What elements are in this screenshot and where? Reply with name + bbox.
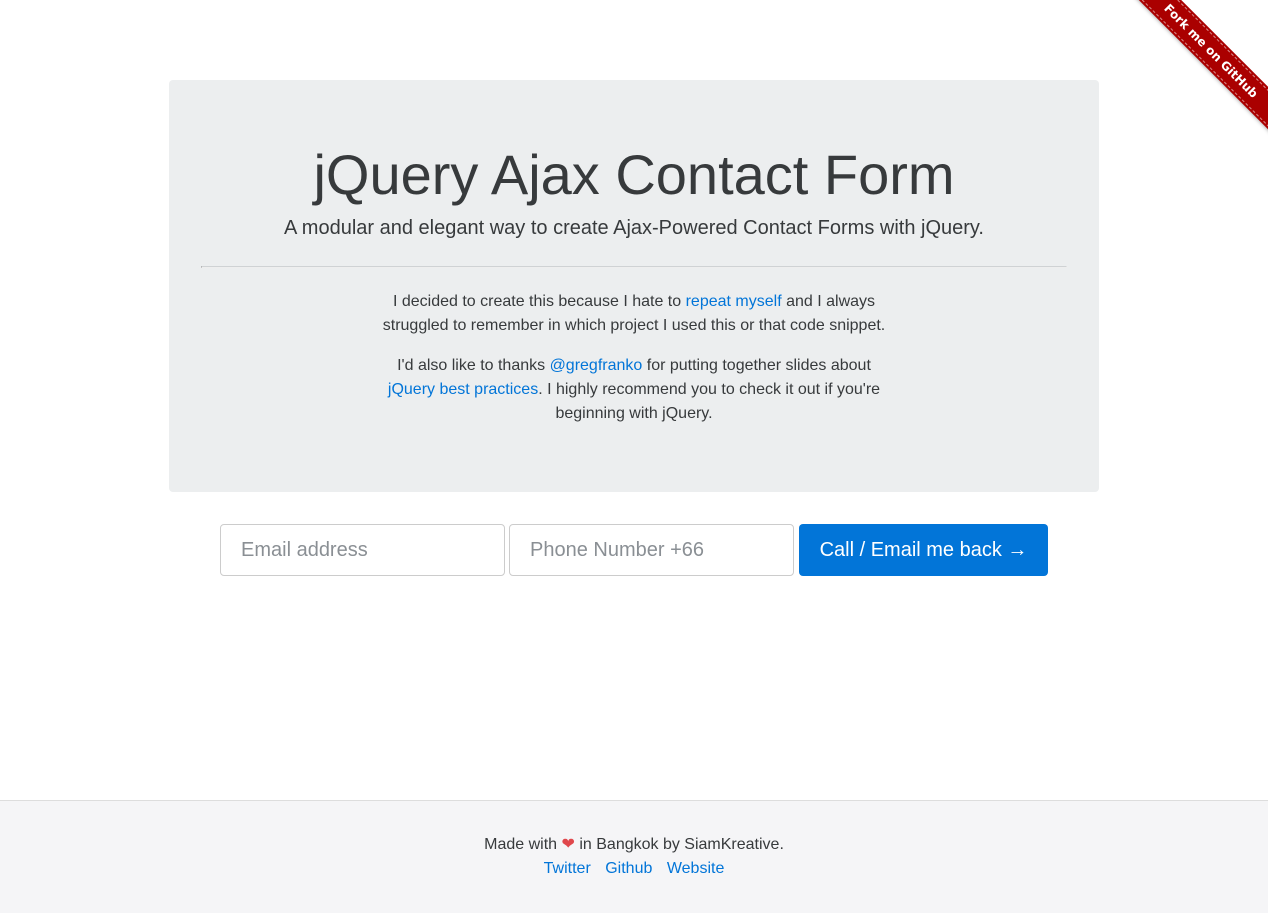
intro-copy: I decided to create this because I hate … [374,290,894,442]
fork-me-ribbon[interactable]: Fork me on GitHub [1127,0,1268,135]
website-link[interactable]: Website [667,860,725,877]
phone-field[interactable] [509,524,794,576]
page-subtitle: A modular and elegant way to create Ajax… [284,217,984,239]
location-text: in Bangkok by SiamKreative. [579,836,784,853]
heart-icon: ❤ [561,836,575,853]
page-title: jQuery Ajax Contact Form [313,143,955,206]
submit-button[interactable]: Call / Email me back → [799,524,1048,576]
github-link[interactable]: Github [605,860,652,877]
twitter-link[interactable]: Twitter [544,860,591,877]
intro-text: for putting together slides about [642,357,871,374]
repeat-myself-link[interactable]: repeat myself [686,293,782,310]
email-field[interactable] [220,524,505,576]
intro-text: . I highly recommend you to check it out… [538,381,881,422]
jquery-best-practices-link[interactable]: jQuery best practices [388,381,538,398]
intro-text: I'd also like to thanks [397,357,550,374]
divider [201,266,1067,268]
footer-credit: Made with ❤ in Bangkok by SiamKreative. [0,833,1268,857]
footer-links: Twitter Github Website [0,857,1268,881]
jumbotron: jQuery Ajax Contact Form A modular and e… [169,80,1099,492]
github-ribbon-container: Fork me on GitHub [1119,0,1268,149]
intro-text: I decided to create this because I hate … [392,293,686,310]
footer: Made with ❤ in Bangkok by SiamKreative. … [0,800,1268,913]
intro-paragraph-2: I'd also like to thanks @gregfranko for … [374,354,894,426]
gregfranko-link[interactable]: @gregfranko [550,357,643,374]
made-with-text: Made with [484,836,558,853]
intro-paragraph-1: I decided to create this because I hate … [374,290,894,338]
